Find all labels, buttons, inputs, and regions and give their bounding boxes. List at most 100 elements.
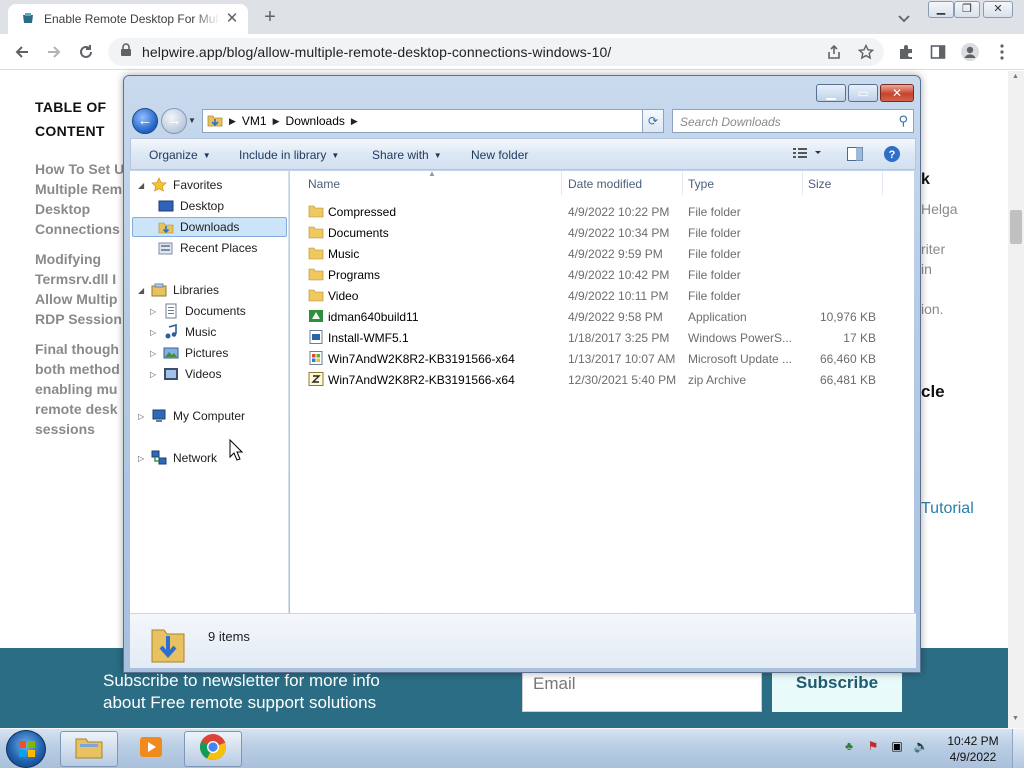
taskbar-explorer-app[interactable] [60, 731, 118, 767]
new-folder-button[interactable]: New folder [471, 148, 528, 162]
taskbar-media-player-app[interactable] [122, 731, 180, 767]
preview-pane-icon[interactable] [847, 147, 863, 164]
file-row[interactable]: Win7AndW2K8R2-KB3191566-x64 1/13/2017 10:… [290, 348, 890, 369]
scroll-up-arrow-icon[interactable]: ▲ [1012, 73, 1019, 80]
organize-menu-button[interactable]: Organize ▼ [149, 148, 211, 162]
windows-taskbar: ♣ ⚑ ▣ 🔈 10:42 PM 4/9/2022 [0, 728, 1024, 768]
explorer-refresh-button[interactable]: ⟳ [642, 109, 664, 133]
nav-network[interactable]: ▷ Network [138, 448, 217, 468]
share-with-button[interactable]: Share with ▼ [372, 148, 442, 162]
nav-pictures[interactable]: ▷ Pictures [150, 343, 228, 363]
share-icon[interactable] [822, 40, 846, 64]
help-icon[interactable]: ? [883, 145, 901, 166]
chrome-menu-icon[interactable] [990, 40, 1014, 64]
nav-my-computer[interactable]: ▷ My Computer [138, 406, 245, 426]
file-row[interactable]: idman640build11 4/9/2022 9:58 PM Applicati… [290, 306, 890, 327]
nav-libraries[interactable]: ◢ Libraries [138, 280, 219, 300]
include-in-library-button[interactable]: Include in library ▼ [239, 148, 339, 162]
column-divider[interactable] [561, 171, 562, 195]
profile-avatar-icon[interactable] [958, 40, 982, 64]
nav-music[interactable]: ▷ Music [150, 322, 216, 342]
tab-close-icon[interactable]: ✕ [224, 11, 240, 27]
expand-arrow-icon[interactable]: ▷ [150, 328, 160, 337]
column-header-name[interactable]: Name [308, 171, 340, 195]
expand-arrow-icon[interactable]: ▷ [138, 412, 148, 421]
toc-link-set-up[interactable]: How To Set U Multiple Rem Desktop Connec… [35, 159, 124, 239]
scroll-down-arrow-icon[interactable]: ▼ [1012, 715, 1019, 722]
tutorial-link[interactable]: Tutorial [921, 500, 974, 518]
side-panel-icon[interactable] [926, 40, 950, 64]
file-row[interactable]: Documents 4/9/2022 10:34 PM File folder [290, 222, 890, 243]
window-close-button[interactable]: ✕ [983, 1, 1013, 18]
expand-arrow-icon[interactable]: ▷ [150, 349, 160, 358]
browser-tab[interactable]: Enable Remote Desktop For Multiple ✕ [8, 4, 248, 34]
expand-arrow-icon[interactable]: ▷ [138, 454, 148, 463]
breadcrumb-separator-icon[interactable]: ▶ [229, 116, 236, 127]
reload-icon[interactable] [74, 40, 98, 64]
explorer-close-button[interactable]: ✕ [880, 84, 914, 102]
show-desktop-button[interactable] [1012, 729, 1024, 768]
change-view-icon[interactable] [793, 146, 823, 163]
window-minimize-button[interactable]: ▁ [928, 1, 954, 18]
scrollbar-thumb[interactable] [1010, 210, 1022, 244]
column-divider[interactable] [882, 171, 883, 195]
file-row[interactable]: Compressed 4/9/2022 10:22 PM File folder [290, 201, 890, 222]
network-tray-icon[interactable]: ♣ [840, 737, 858, 755]
explorer-minimize-button[interactable]: ▁ [816, 84, 846, 102]
file-row[interactable]: Install-WMF5.1 1/18/2017 3:25 PM Windows P… [290, 327, 890, 348]
network-icon [151, 450, 167, 466]
file-row[interactable]: Music 4/9/2022 9:59 PM File folder [290, 243, 890, 264]
column-header-date-modified[interactable]: Date modified [568, 171, 642, 195]
file-row[interactable]: Win7AndW2K8R2-KB3191566-x64 12/30/2021 5:… [290, 369, 890, 390]
toc-link-termsrv[interactable]: Modifying Termsrv.dll I Allow Multip RDP… [35, 249, 122, 329]
toc-link-final-thoughts[interactable]: Final though both method enabling mu rem… [35, 339, 120, 439]
back-arrow-icon[interactable] [10, 40, 34, 64]
column-divider[interactable] [802, 171, 803, 195]
tab-search-chevron-icon[interactable] [894, 8, 914, 28]
breadcrumb-separator-icon[interactable]: ▶ [273, 116, 280, 127]
expand-arrow-icon[interactable]: ▷ [150, 307, 160, 316]
address-bar[interactable]: helpwire.app/blog/allow-multiple-remote-… [108, 38, 884, 66]
nav-videos[interactable]: ▷ Videos [150, 364, 221, 384]
nav-downloads[interactable]: Downloads [132, 217, 287, 237]
nav-recent-places[interactable]: Recent Places [148, 238, 257, 258]
url-text[interactable]: helpwire.app/blog/allow-multiple-remote-… [142, 44, 611, 60]
explorer-forward-button[interactable]: → [161, 108, 187, 134]
new-tab-button[interactable]: + [258, 6, 282, 28]
volume-icon[interactable]: 🔈 [912, 737, 930, 755]
breadcrumb-downloads[interactable]: Downloads [286, 114, 345, 128]
explorer-folder-icon [74, 734, 104, 765]
file-row[interactable]: Programs 4/9/2022 10:42 PM File folder [290, 264, 890, 285]
column-header-size[interactable]: Size [808, 171, 831, 195]
nav-documents[interactable]: ▷ Documents [150, 301, 246, 321]
action-center-icon[interactable]: ⚑ [864, 737, 882, 755]
search-icon[interactable]: ⚲ [898, 113, 908, 129]
extensions-puzzle-icon[interactable] [894, 40, 918, 64]
window-restore-button[interactable]: ❐ [954, 1, 980, 18]
column-divider[interactable] [682, 171, 683, 195]
recent-places-icon [158, 240, 174, 256]
collapse-arrow-icon[interactable]: ◢ [138, 181, 148, 190]
nav-desktop[interactable]: Desktop [148, 196, 224, 216]
bookmark-star-icon[interactable] [854, 40, 878, 64]
monitor-tray-icon[interactable]: ▣ [888, 737, 906, 755]
breadcrumb-vm1[interactable]: VM1 [242, 114, 267, 128]
taskbar-clock[interactable]: 10:42 PM 4/9/2022 [940, 733, 1006, 765]
collapse-arrow-icon[interactable]: ◢ [138, 286, 148, 295]
taskbar-chrome-app[interactable] [184, 731, 242, 767]
page-scrollbar[interactable]: ▲ ▼ [1008, 71, 1024, 728]
explorer-maximize-button[interactable]: ▭ [848, 84, 878, 102]
nav-favorites[interactable]: ◢ Favorites [138, 175, 222, 195]
column-header-type[interactable]: Type [688, 171, 714, 195]
explorer-address-bar[interactable]: ▶ VM1 ▶ Downloads ▶ ▼ [202, 109, 660, 133]
start-button[interactable] [6, 730, 46, 768]
lock-icon[interactable] [120, 42, 132, 62]
forward-arrow-icon[interactable] [42, 40, 66, 64]
folder-location-icon [207, 113, 223, 130]
recent-pages-dropdown-icon[interactable]: ▼ [188, 116, 198, 126]
expand-arrow-icon[interactable]: ▷ [150, 370, 160, 379]
file-row[interactable]: Video 4/9/2022 10:11 PM File folder [290, 285, 890, 306]
explorer-back-button[interactable]: ← [132, 108, 158, 134]
breadcrumb-separator-icon[interactable]: ▶ [351, 116, 358, 127]
explorer-search-input[interactable]: Search Downloads ⚲ [672, 109, 914, 133]
